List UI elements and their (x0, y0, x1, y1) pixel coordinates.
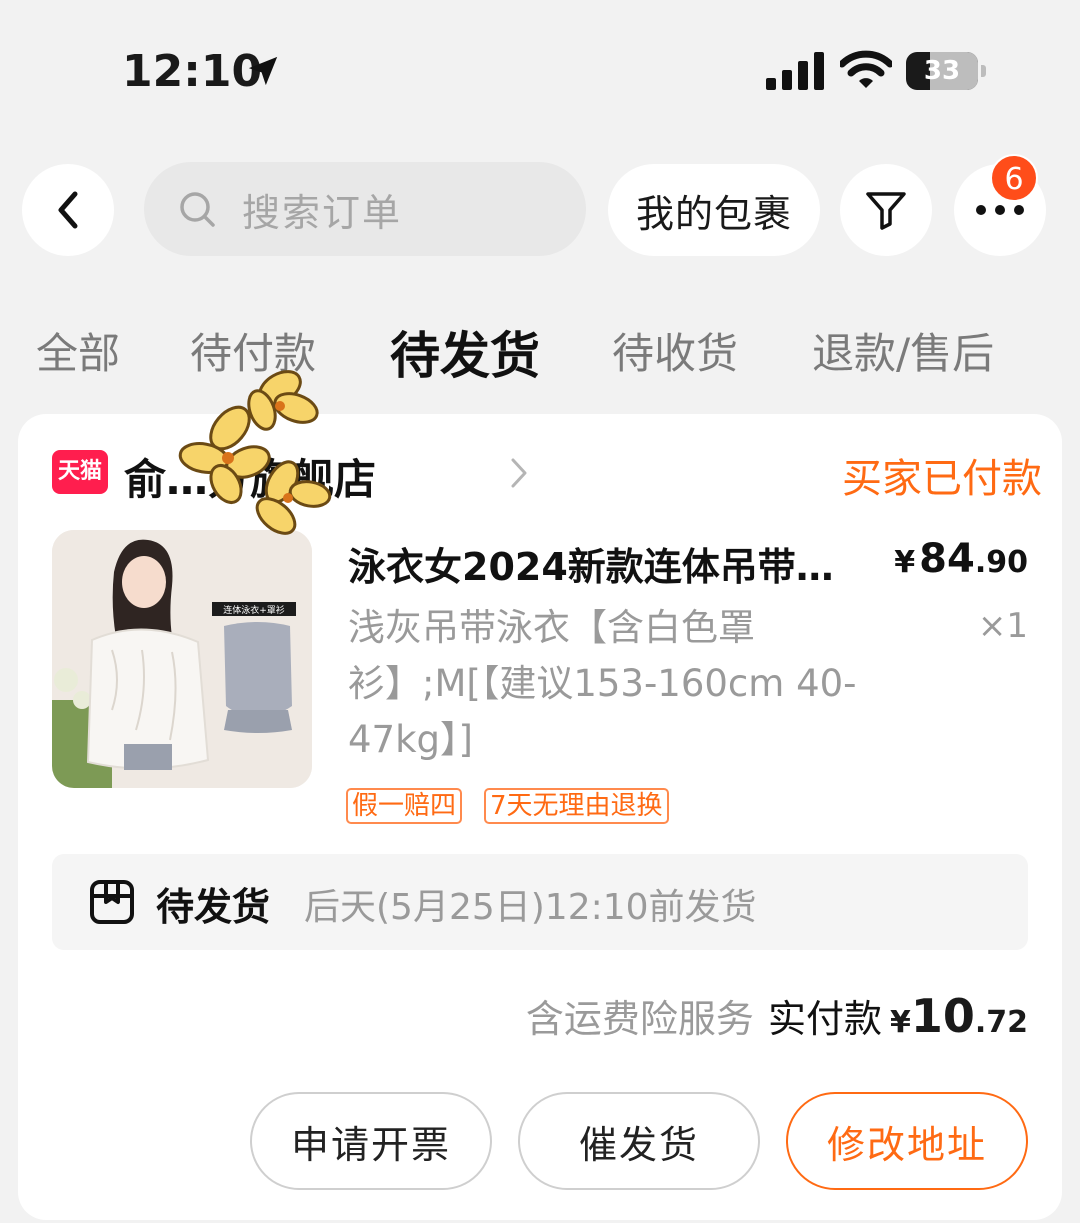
image-caption: 连体泳衣+罩衫 (223, 604, 285, 616)
more-dots-icon (976, 205, 1024, 215)
filter-button[interactable] (840, 164, 932, 256)
product-photo: 连体泳衣+罩衫 (52, 530, 312, 788)
price-integer: 84 (919, 536, 975, 582)
shipping-deadline: 后天(5月25日)12:10前发货 (304, 887, 757, 928)
battery-level: 33 (923, 56, 961, 86)
urge-shipment-button[interactable]: 催发货 (518, 1092, 760, 1190)
product-price: ¥84.90 (894, 536, 1028, 582)
search-input[interactable]: 搜索订单 (144, 162, 586, 256)
tab-all[interactable]: 全部 (36, 320, 120, 381)
tab-pending-receipt[interactable]: 待收货 (612, 320, 738, 381)
status-bar: 12:10 33 (0, 0, 1080, 140)
order-tabs: 全部 待付款 待发货 待收货 退款/售后 (0, 310, 1080, 390)
search-placeholder: 搜索订单 (242, 190, 403, 235)
modify-address-button[interactable]: 修改地址 (786, 1092, 1028, 1190)
notification-badge: 6 (990, 154, 1038, 202)
product-image[interactable]: 连体泳衣+罩衫 (52, 530, 312, 788)
paid-amount-label: 实付款 (767, 997, 882, 1041)
chevron-left-icon (58, 191, 78, 229)
price-currency: ¥ (894, 545, 916, 580)
search-header: 搜索订单 我的包裹 (0, 160, 1080, 260)
paid-currency: ¥ (889, 1005, 911, 1040)
payment-summary: 含运费险服务 实付款 ¥10.72 (526, 988, 1028, 1048)
tag-7day-return: 7天无理由退换 (484, 788, 669, 824)
chevron-right-icon (511, 458, 527, 488)
order-status: 买家已付款 (842, 456, 1042, 502)
my-parcels-button[interactable]: 我的包裹 (608, 164, 820, 256)
freight-insurance-label: 含运费险服务 (525, 997, 754, 1041)
search-icon (180, 192, 215, 227)
product-sku: 浅灰吊带泳衣【含白色罩衫】;M[【建议153-160cm 40-47kg】] (348, 606, 857, 761)
status-time: 12:10 (122, 46, 263, 97)
paid-amount-decimal: .72 (974, 1005, 1028, 1040)
product-title[interactable]: 泳衣女2024新款连体吊带… (348, 536, 868, 591)
price-decimal: .90 (974, 545, 1028, 580)
request-invoice-button[interactable]: 申请开票 (250, 1092, 492, 1190)
package-icon (90, 880, 134, 924)
shipping-status-box[interactable]: 待发货 后天(5月25日)12:10前发货 (52, 854, 1028, 950)
tmall-logo: 天猫 (52, 450, 108, 494)
cellular-signal-icon (766, 52, 824, 90)
shipping-label: 待发货 (156, 885, 271, 929)
flower-sticker-icon (178, 370, 332, 535)
filter-icon (866, 192, 906, 230)
tab-pending-shipment[interactable]: 待发货 (390, 316, 540, 388)
back-button[interactable] (22, 164, 114, 256)
tab-refund-aftersale[interactable]: 退款/售后 (812, 320, 994, 381)
product-quantity: ×1 (977, 606, 1028, 646)
battery-icon: 33 (906, 52, 986, 90)
paid-amount-integer: 10 (910, 989, 975, 1043)
wifi-icon (840, 50, 892, 88)
location-arrow-icon (248, 56, 278, 86)
tag-counterfeit-guarantee: 假一赔四 (346, 788, 463, 824)
